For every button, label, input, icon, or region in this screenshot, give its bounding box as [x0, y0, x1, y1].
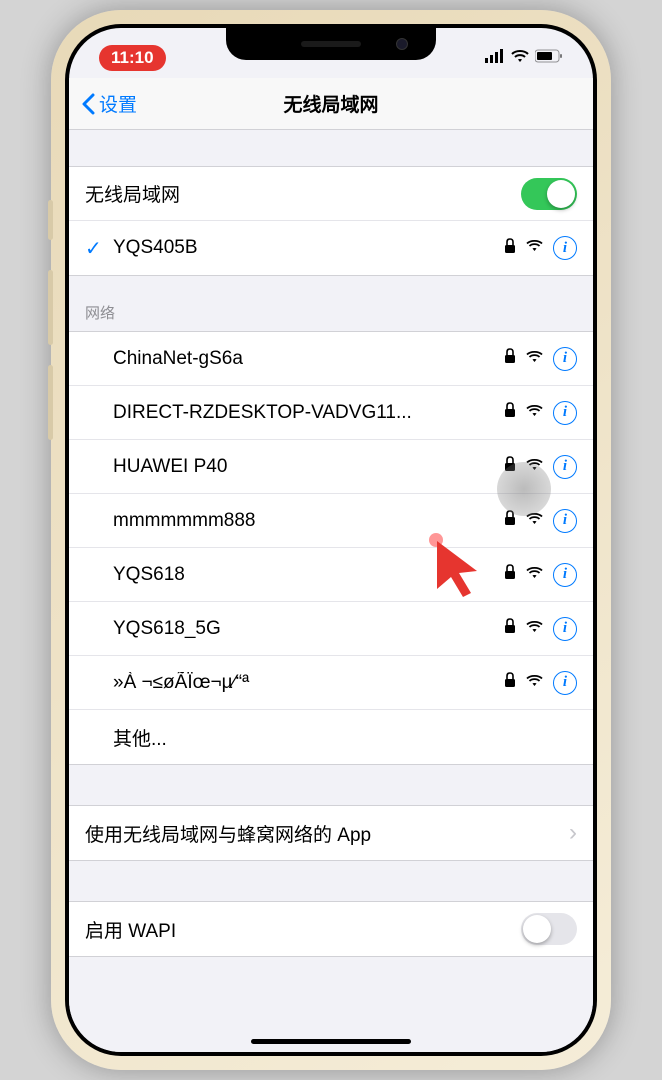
other-network-row[interactable]: 其他...: [69, 710, 593, 764]
wifi-signal-icon: [526, 674, 543, 692]
lock-icon: [504, 510, 516, 531]
battery-icon: [535, 49, 563, 68]
lock-icon: [504, 618, 516, 639]
lock-icon: [504, 672, 516, 693]
wifi-signal-icon: [526, 350, 543, 368]
network-row[interactable]: YQS618 i: [69, 548, 593, 602]
lock-icon: [504, 402, 516, 423]
wifi-signal-icon: [526, 458, 543, 476]
info-icon[interactable]: i: [553, 236, 577, 260]
lock-icon: [504, 456, 516, 477]
network-row[interactable]: ChinaNet-gS6a i: [69, 332, 593, 386]
network-row[interactable]: DIRECT-RZDESKTOP-VADVG11... i: [69, 386, 593, 440]
info-icon[interactable]: i: [553, 455, 577, 479]
wifi-toggle-label: 无线局域网: [85, 180, 521, 207]
info-icon[interactable]: i: [553, 671, 577, 695]
home-indicator[interactable]: [251, 1039, 411, 1044]
info-icon[interactable]: i: [553, 509, 577, 533]
back-label: 设置: [99, 90, 137, 117]
other-network-label: 其他...: [113, 724, 577, 751]
wifi-signal-icon: [526, 620, 543, 638]
wifi-signal-icon: [526, 404, 543, 422]
lock-icon: [504, 238, 516, 259]
apps-using-wifi-row[interactable]: 使用无线局域网与蜂窝网络的 App ›: [69, 806, 593, 860]
content-area: 无线局域网 ✓ YQS405B i: [69, 130, 593, 1052]
lock-icon: [504, 348, 516, 369]
network-row[interactable]: mmmmmmm888 i: [69, 494, 593, 548]
network-name: »À ¬≤øÃÏœ¬µ⁄“ª: [113, 672, 504, 694]
connected-network-row[interactable]: ✓ YQS405B i: [69, 221, 593, 275]
info-icon[interactable]: i: [553, 347, 577, 371]
wapi-label: 启用 WAPI: [85, 916, 521, 943]
cellular-icon: [485, 49, 505, 68]
navigation-bar: 设置 无线局域网: [69, 78, 593, 130]
apps-using-wifi-label: 使用无线局域网与蜂窝网络的 App: [85, 820, 569, 847]
wifi-signal-icon: [526, 566, 543, 584]
wifi-signal-icon: [526, 512, 543, 530]
check-icon: ✓: [85, 236, 113, 261]
connected-network-name: YQS405B: [113, 237, 504, 259]
networks-section-label: 网络: [69, 276, 593, 331]
network-name: mmmmmmm888: [113, 510, 504, 532]
page-title: 无线局域网: [283, 90, 378, 117]
network-name: YQS618: [113, 564, 504, 586]
status-time: 11:10: [99, 45, 166, 71]
network-name: ChinaNet-gS6a: [113, 348, 504, 370]
info-icon[interactable]: i: [553, 563, 577, 587]
wifi-signal-icon: [526, 239, 543, 257]
info-icon[interactable]: i: [553, 617, 577, 641]
lock-icon: [504, 564, 516, 585]
network-name: HUAWEI P40: [113, 456, 504, 478]
network-row[interactable]: HUAWEI P40 i: [69, 440, 593, 494]
wifi-switch[interactable]: [521, 178, 577, 210]
network-name: YQS618_5G: [113, 618, 504, 640]
network-name: DIRECT-RZDESKTOP-VADVG11...: [113, 402, 504, 424]
wapi-switch[interactable]: [521, 913, 577, 945]
chevron-right-icon: ›: [569, 819, 577, 847]
wifi-toggle-row[interactable]: 无线局域网: [69, 167, 593, 221]
network-row[interactable]: »À ¬≤øÃÏœ¬µ⁄“ª i: [69, 656, 593, 710]
info-icon[interactable]: i: [553, 401, 577, 425]
wapi-row[interactable]: 启用 WAPI: [69, 902, 593, 956]
wifi-icon: [511, 49, 529, 68]
back-button[interactable]: 设置: [81, 90, 137, 117]
network-row[interactable]: YQS618_5G i: [69, 602, 593, 656]
phone-notch: [226, 28, 436, 60]
